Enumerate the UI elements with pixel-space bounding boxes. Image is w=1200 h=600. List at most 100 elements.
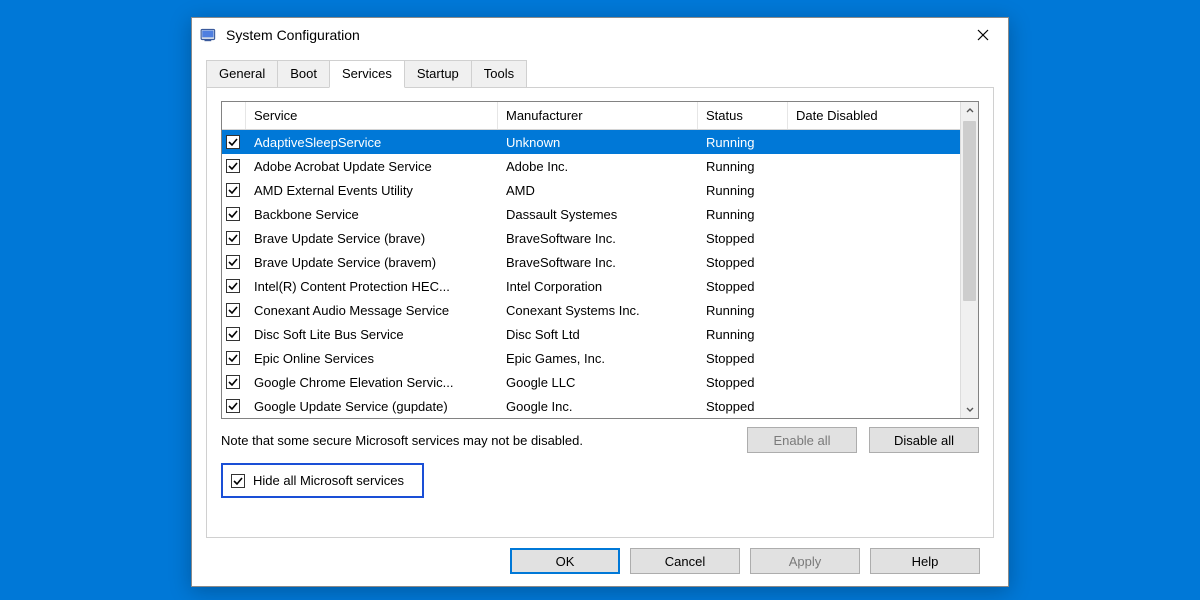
cell-service: Google Chrome Elevation Servic... (246, 375, 498, 390)
scroll-down-button[interactable] (961, 400, 978, 418)
table-row[interactable]: Google Update Service (gupdate)Google In… (222, 394, 960, 418)
checkmark-icon (228, 305, 238, 315)
msconfig-icon (200, 26, 218, 44)
checkmark-icon (228, 329, 238, 339)
row-checkbox-cell[interactable] (222, 159, 246, 173)
cell-manufacturer: Epic Games, Inc. (498, 351, 698, 366)
cell-service: Adobe Acrobat Update Service (246, 159, 498, 174)
row-checkbox[interactable] (226, 255, 240, 269)
window-title: System Configuration (226, 27, 960, 43)
scrollbar-vertical[interactable] (960, 102, 978, 418)
table-row[interactable]: AdaptiveSleepServiceUnknownRunning (222, 130, 960, 154)
cell-manufacturer: Google Inc. (498, 399, 698, 414)
checkmark-icon (228, 353, 238, 363)
hide-microsoft-checkbox[interactable] (231, 474, 245, 488)
listview-header: Service Manufacturer Status Date Disable… (222, 102, 960, 130)
cell-status: Running (698, 303, 788, 318)
tab-services[interactable]: Services (329, 60, 405, 88)
table-row[interactable]: Backbone ServiceDassault SystemesRunning (222, 202, 960, 226)
cell-manufacturer: Adobe Inc. (498, 159, 698, 174)
cancel-button[interactable]: Cancel (630, 548, 740, 574)
close-button[interactable] (960, 19, 1006, 51)
services-listview[interactable]: Service Manufacturer Status Date Disable… (221, 101, 979, 419)
cell-service: Brave Update Service (brave) (246, 231, 498, 246)
disable-all-button[interactable]: Disable all (869, 427, 979, 453)
row-checkbox[interactable] (226, 351, 240, 365)
row-checkbox[interactable] (226, 207, 240, 221)
cell-status: Running (698, 327, 788, 342)
row-checkbox-cell[interactable] (222, 351, 246, 365)
column-checkbox[interactable] (222, 102, 246, 129)
row-checkbox[interactable] (226, 135, 240, 149)
row-checkbox-cell[interactable] (222, 183, 246, 197)
cell-service: Disc Soft Lite Bus Service (246, 327, 498, 342)
checkmark-icon (228, 185, 238, 195)
cell-status: Stopped (698, 399, 788, 414)
table-row[interactable]: Intel(R) Content Protection HEC...Intel … (222, 274, 960, 298)
scroll-up-button[interactable] (961, 102, 978, 120)
cell-status: Running (698, 159, 788, 174)
column-service[interactable]: Service (246, 102, 498, 129)
apply-button[interactable]: Apply (750, 548, 860, 574)
row-checkbox[interactable] (226, 231, 240, 245)
cell-manufacturer: Unknown (498, 135, 698, 150)
column-status[interactable]: Status (698, 102, 788, 129)
scroll-thumb[interactable] (963, 121, 976, 301)
row-checkbox-cell[interactable] (222, 135, 246, 149)
cell-manufacturer: Dassault Systemes (498, 207, 698, 222)
table-row[interactable]: Conexant Audio Message ServiceConexant S… (222, 298, 960, 322)
row-checkbox[interactable] (226, 159, 240, 173)
table-row[interactable]: Brave Update Service (brave)BraveSoftwar… (222, 226, 960, 250)
hide-microsoft-label: Hide all Microsoft services (253, 473, 404, 488)
row-checkbox-cell[interactable] (222, 375, 246, 389)
table-row[interactable]: Brave Update Service (bravem)BraveSoftwa… (222, 250, 960, 274)
row-checkbox-cell[interactable] (222, 255, 246, 269)
tab-strip: GeneralBootServicesStartupTools (206, 59, 994, 88)
row-checkbox-cell[interactable] (222, 399, 246, 413)
row-checkbox-cell[interactable] (222, 303, 246, 317)
tab-tools[interactable]: Tools (471, 60, 527, 87)
table-row[interactable]: Epic Online ServicesEpic Games, Inc.Stop… (222, 346, 960, 370)
cell-status: Running (698, 207, 788, 222)
ok-button[interactable]: OK (510, 548, 620, 574)
table-row[interactable]: Disc Soft Lite Bus ServiceDisc Soft LtdR… (222, 322, 960, 346)
row-checkbox-cell[interactable] (222, 231, 246, 245)
tab-general[interactable]: General (206, 60, 278, 87)
table-row[interactable]: Adobe Acrobat Update ServiceAdobe Inc.Ru… (222, 154, 960, 178)
row-checkbox-cell[interactable] (222, 327, 246, 341)
cell-manufacturer: BraveSoftware Inc. (498, 231, 698, 246)
hide-microsoft-checkbox-group[interactable]: Hide all Microsoft services (221, 463, 424, 498)
table-row[interactable]: AMD External Events UtilityAMDRunning (222, 178, 960, 202)
row-checkbox-cell[interactable] (222, 279, 246, 293)
row-checkbox[interactable] (226, 183, 240, 197)
tab-boot[interactable]: Boot (277, 60, 330, 87)
tab-services-page: Service Manufacturer Status Date Disable… (206, 87, 994, 538)
enable-all-button[interactable]: Enable all (747, 427, 857, 453)
chevron-up-icon (966, 107, 974, 115)
close-icon (977, 29, 989, 41)
tab-startup[interactable]: Startup (404, 60, 472, 87)
row-checkbox[interactable] (226, 327, 240, 341)
cell-manufacturer: Disc Soft Ltd (498, 327, 698, 342)
cell-status: Stopped (698, 375, 788, 390)
column-date-disabled[interactable]: Date Disabled (788, 102, 928, 129)
row-checkbox[interactable] (226, 375, 240, 389)
column-manufacturer[interactable]: Manufacturer (498, 102, 698, 129)
row-checkbox[interactable] (226, 279, 240, 293)
checkmark-icon (228, 137, 238, 147)
cell-status: Running (698, 183, 788, 198)
scroll-track[interactable] (961, 120, 978, 400)
dialog-body: GeneralBootServicesStartupTools Service … (192, 52, 1008, 586)
cell-manufacturer: BraveSoftware Inc. (498, 255, 698, 270)
row-checkbox[interactable] (226, 303, 240, 317)
help-button[interactable]: Help (870, 548, 980, 574)
dialog-button-row: OK Cancel Apply Help (206, 538, 994, 574)
system-configuration-window: System Configuration GeneralBootServices… (191, 17, 1009, 587)
row-checkbox[interactable] (226, 399, 240, 413)
table-row[interactable]: Google Chrome Elevation Servic...Google … (222, 370, 960, 394)
cell-service: Epic Online Services (246, 351, 498, 366)
checkmark-icon (228, 401, 238, 411)
checkmark-icon (233, 476, 243, 486)
row-checkbox-cell[interactable] (222, 207, 246, 221)
checkmark-icon (228, 281, 238, 291)
